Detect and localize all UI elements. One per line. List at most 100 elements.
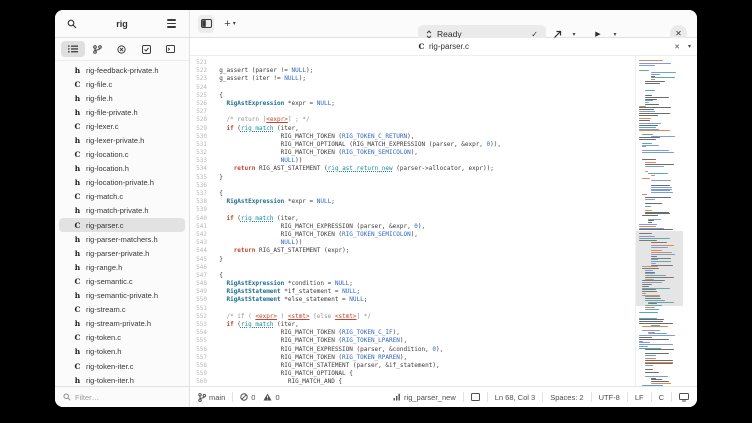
sidebar-item-terminal[interactable] — [159, 41, 183, 57]
file-row-rig-file.h[interactable]: hrig-file.h — [59, 91, 185, 105]
minimap[interactable] — [635, 56, 683, 386]
search-icon — [63, 393, 71, 401]
file-row-rig-stream.c[interactable]: Crig-stream.c — [59, 303, 185, 317]
minimap-line — [639, 127, 656, 128]
code-line: 543 NULL)) — [190, 239, 697, 247]
sidebar-item-tests[interactable] — [134, 41, 158, 57]
file-name: rig-parser.c — [86, 221, 124, 230]
error-icon — [240, 393, 248, 401]
file-name: rig-parser-private.h — [86, 249, 149, 258]
code-editor[interactable]: 521 522 g_assert (parser != NULL);523 g_… — [190, 56, 697, 386]
minimap-viewport[interactable] — [636, 231, 683, 306]
layout-button[interactable] — [471, 393, 480, 401]
file-row-rig-parser-private.h[interactable]: hrig-parser-private.h — [59, 246, 185, 260]
c-file-icon: C — [74, 333, 81, 342]
c-file-icon: C — [74, 362, 81, 371]
file-row-rig-lexer.c[interactable]: Crig-lexer.c — [59, 119, 185, 133]
branch-icon — [93, 45, 102, 54]
line-ending-setting[interactable]: LF — [635, 393, 644, 402]
language-setting[interactable]: C — [659, 393, 664, 402]
code-line: 522 g_assert (parser != NULL); — [190, 67, 697, 75]
editor-area: C rig-parser.c ✕ ▾ 521 522 g_assert (par… — [190, 38, 697, 386]
project-title: rig — [116, 19, 128, 29]
file-row-rig-feedback-private.h[interactable]: hrig-feedback-private.h — [59, 63, 185, 77]
file-name: rig-parser-matchers.h — [86, 235, 158, 244]
new-tab-button[interactable]: + ▾ — [218, 15, 242, 33]
plus-icon: + — [224, 18, 230, 30]
code-line: 521 — [190, 59, 697, 67]
file-row-rig-file-private.h[interactable]: hrig-file-private.h — [59, 105, 185, 119]
file-row-rig-match.c[interactable]: Crig-match.c — [59, 190, 185, 204]
filter-input[interactable]: Filter… — [75, 393, 99, 402]
code-line: 537 { — [190, 190, 697, 198]
minimap-line — [645, 309, 659, 310]
indent-setting[interactable]: Spaces: 2 — [550, 393, 583, 402]
panel-toggle-icon — [201, 19, 212, 28]
file-row-rig-parser.c[interactable]: Crig-parser.c — [59, 218, 185, 232]
code-line: 544 return RIG_AST_STATEMENT (expr); — [190, 247, 697, 255]
file-row-rig-lexer-private.h[interactable]: hrig-lexer-private.h — [59, 133, 185, 147]
toggle-panel-button[interactable] — [198, 15, 214, 33]
minimap-line — [642, 215, 658, 216]
code-line: 547 { — [190, 272, 697, 280]
file-row-rig-semantic.c[interactable]: Crig-semantic.c — [59, 274, 185, 288]
code-lines: 521 522 g_assert (parser != NULL);523 g_… — [190, 59, 697, 386]
minimap-line — [651, 72, 676, 73]
code-line: 555 RIG_MATCH_TOKEN (RIG_TOKEN_LPAREN), — [190, 337, 697, 345]
sidebar-header: rig — [55, 10, 190, 38]
minimap-line — [645, 360, 673, 361]
minimap-line — [639, 60, 663, 61]
file-row-rig-location.h[interactable]: hrig-location.h — [59, 162, 185, 176]
code-line: 553 if (rig_match (iter, — [190, 321, 697, 329]
tab-close-button[interactable]: ✕ — [674, 43, 680, 51]
file-row-rig-token-iter.h[interactable]: hrig-token-iter.h — [59, 373, 185, 386]
file-row-rig-semantic-private.h[interactable]: hrig-semantic-private.h — [59, 289, 185, 303]
cursor-position[interactable]: Ln 68, Col 3 — [495, 393, 535, 402]
c-file-icon: C — [74, 221, 81, 230]
header-file-icon: h — [74, 136, 81, 145]
minimap-line — [645, 365, 653, 366]
file-row-rig-stream-private.h[interactable]: hrig-stream-private.h — [59, 317, 185, 331]
sidebar-item-project-tree[interactable] — [61, 41, 85, 57]
tab-rig-parser[interactable]: rig-parser.c — [429, 42, 469, 51]
branch-button[interactable]: main — [198, 393, 225, 402]
file-row-rig-parser-matchers.h[interactable]: hrig-parser-matchers.h — [59, 232, 185, 246]
display-button[interactable] — [679, 393, 689, 402]
code-line: 526 RigAstExpression *expr = NULL; — [190, 100, 697, 108]
diagnostics-button[interactable]: 0 0 — [240, 393, 279, 402]
minimap-line — [651, 192, 673, 193]
file-list: hrig-feedback-private.hCrig-file.chrig-f… — [55, 61, 189, 386]
file-row-rig-file.c[interactable]: Crig-file.c — [59, 77, 185, 91]
minimap-line — [639, 312, 658, 313]
circle-x-icon — [117, 45, 126, 54]
minimap-line — [651, 180, 671, 181]
code-line: 550 RigAstStatement *else_statement = NU… — [190, 296, 697, 304]
panel-switcher — [55, 38, 189, 61]
file-row-rig-token.c[interactable]: Crig-token.c — [59, 331, 185, 345]
sidebar-item-symbols[interactable] — [86, 41, 110, 57]
minimap-line — [639, 130, 670, 131]
minimap-line — [639, 226, 656, 227]
minimap-line — [645, 206, 651, 207]
file-row-rig-match-private.h[interactable]: hrig-match-private.h — [59, 204, 185, 218]
file-row-rig-location.c[interactable]: Crig-location.c — [59, 148, 185, 162]
search-button[interactable] — [63, 15, 81, 33]
file-row-rig-location-private.h[interactable]: hrig-location-private.h — [59, 176, 185, 190]
minimap-line — [639, 337, 652, 338]
encoding-setting[interactable]: UTF-8 — [599, 393, 620, 402]
symbol-button[interactable]: rig_parser_new — [393, 393, 456, 402]
minimap-line — [639, 115, 658, 116]
file-row-rig-range.h[interactable]: hrig-range.h — [59, 260, 185, 274]
c-file-icon: C — [74, 192, 81, 201]
primary-menu-button[interactable] — [163, 15, 181, 33]
tab-menu-button[interactable]: ▾ — [688, 43, 691, 50]
minimap-line — [642, 146, 646, 147]
c-file-icon: C — [418, 42, 425, 51]
code-line: 545 } — [190, 256, 697, 264]
file-row-rig-token-iter.c[interactable]: Crig-token-iter.c — [59, 359, 185, 373]
minimap-line — [642, 150, 669, 151]
sidebar-item-diagnostics[interactable] — [110, 41, 134, 57]
filter-bar[interactable]: Filter… — [55, 386, 190, 407]
sidebar: hrig-feedback-private.hCrig-file.chrig-f… — [55, 38, 190, 386]
file-row-rig-token.h[interactable]: hrig-token.h — [59, 345, 185, 359]
